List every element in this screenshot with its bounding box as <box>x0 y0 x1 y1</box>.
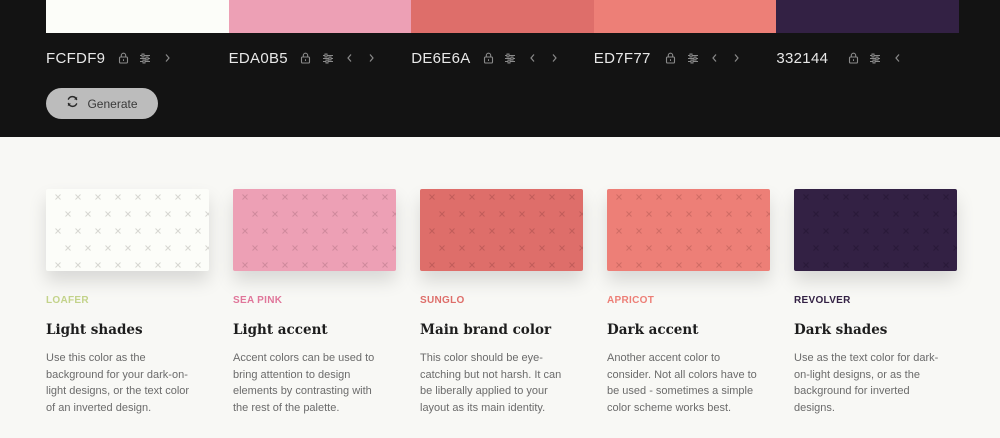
hex-code[interactable]: 332144 <box>776 50 842 67</box>
card-swatch <box>794 189 957 271</box>
color-card: REVOLVER Dark shades Use as the text color… <box>794 189 957 416</box>
palette-swatch[interactable] <box>411 0 594 33</box>
color-name: SEA PINK <box>233 295 283 306</box>
adjust-icon[interactable] <box>864 47 886 69</box>
move-left-icon[interactable] <box>339 47 361 69</box>
adjust-icon[interactable] <box>317 47 339 69</box>
palette-color-controls: DE6E6A <box>411 47 594 69</box>
hex-code[interactable]: ED7F77 <box>594 50 660 67</box>
color-description: Use as the text color for dark-on-light … <box>794 352 939 414</box>
palette-swatch[interactable] <box>228 0 412 33</box>
color-name: REVOLVER <box>794 295 851 306</box>
color-description: Accent colors can be used to bring atten… <box>233 352 375 414</box>
color-role: Dark shades <box>794 322 888 338</box>
palette-controls: FCFDF9 EDA0B5 DE6E6A ED7F77 332144 <box>46 47 959 69</box>
color-name: SUNGLO <box>420 295 465 306</box>
color-description: Use this color as the background for you… <box>46 352 190 414</box>
palette-toolbar: FCFDF9 EDA0B5 DE6E6A ED7F77 332144 Generate <box>0 0 1000 137</box>
card-swatch <box>46 189 209 271</box>
lock-icon[interactable] <box>842 47 864 69</box>
color-card: SEA PINK Light accent Accent colors can be… <box>233 189 396 416</box>
hex-code[interactable]: EDA0B5 <box>229 50 295 67</box>
palette-color-controls: EDA0B5 <box>229 47 412 69</box>
move-right-icon[interactable] <box>156 47 178 69</box>
lock-icon[interactable] <box>295 47 317 69</box>
generate-button[interactable]: Generate <box>46 88 158 119</box>
palette-color-controls: FCFDF9 <box>46 47 229 69</box>
adjust-icon[interactable] <box>134 47 156 69</box>
move-right-icon[interactable] <box>726 47 748 69</box>
move-left-icon[interactable] <box>886 47 908 69</box>
color-role: Main brand color <box>420 322 552 338</box>
move-right-icon[interactable] <box>543 47 565 69</box>
adjust-icon[interactable] <box>682 47 704 69</box>
color-role: Light shades <box>46 322 143 338</box>
palette-color-controls: ED7F77 <box>594 47 777 69</box>
lock-icon[interactable] <box>112 47 134 69</box>
hex-code[interactable]: FCFDF9 <box>46 50 112 67</box>
lock-icon[interactable] <box>477 47 499 69</box>
card-swatch <box>607 189 770 271</box>
color-card: APRICOT Dark accent Another accent color t… <box>607 189 770 416</box>
color-cards: LOAFER Light shades Use this color as the … <box>46 189 959 416</box>
palette-swatch[interactable] <box>776 0 959 33</box>
color-role: Dark accent <box>607 322 699 338</box>
color-role: Light accent <box>233 322 328 338</box>
move-left-icon[interactable] <box>704 47 726 69</box>
generate-label: Generate <box>87 96 138 111</box>
move-left-icon[interactable] <box>521 47 543 69</box>
card-swatch <box>420 189 583 271</box>
palette-swatch[interactable] <box>593 0 777 33</box>
color-description: Another accent color to consider. Not al… <box>607 352 757 414</box>
move-right-icon[interactable] <box>361 47 383 69</box>
lock-icon[interactable] <box>660 47 682 69</box>
adjust-icon[interactable] <box>499 47 521 69</box>
card-swatch <box>233 189 396 271</box>
palette-strip <box>46 0 959 33</box>
refresh-icon <box>66 95 79 113</box>
color-name: LOAFER <box>46 295 89 306</box>
hex-code[interactable]: DE6E6A <box>411 50 477 67</box>
color-name: APRICOT <box>607 295 655 306</box>
color-card: SUNGLO Main brand color This color should … <box>420 189 583 416</box>
palette-color-controls: 332144 <box>776 47 959 69</box>
color-card: LOAFER Light shades Use this color as the … <box>46 189 209 416</box>
palette-swatch[interactable] <box>46 0 229 33</box>
color-description: This color should be eye-catching but no… <box>420 352 562 414</box>
